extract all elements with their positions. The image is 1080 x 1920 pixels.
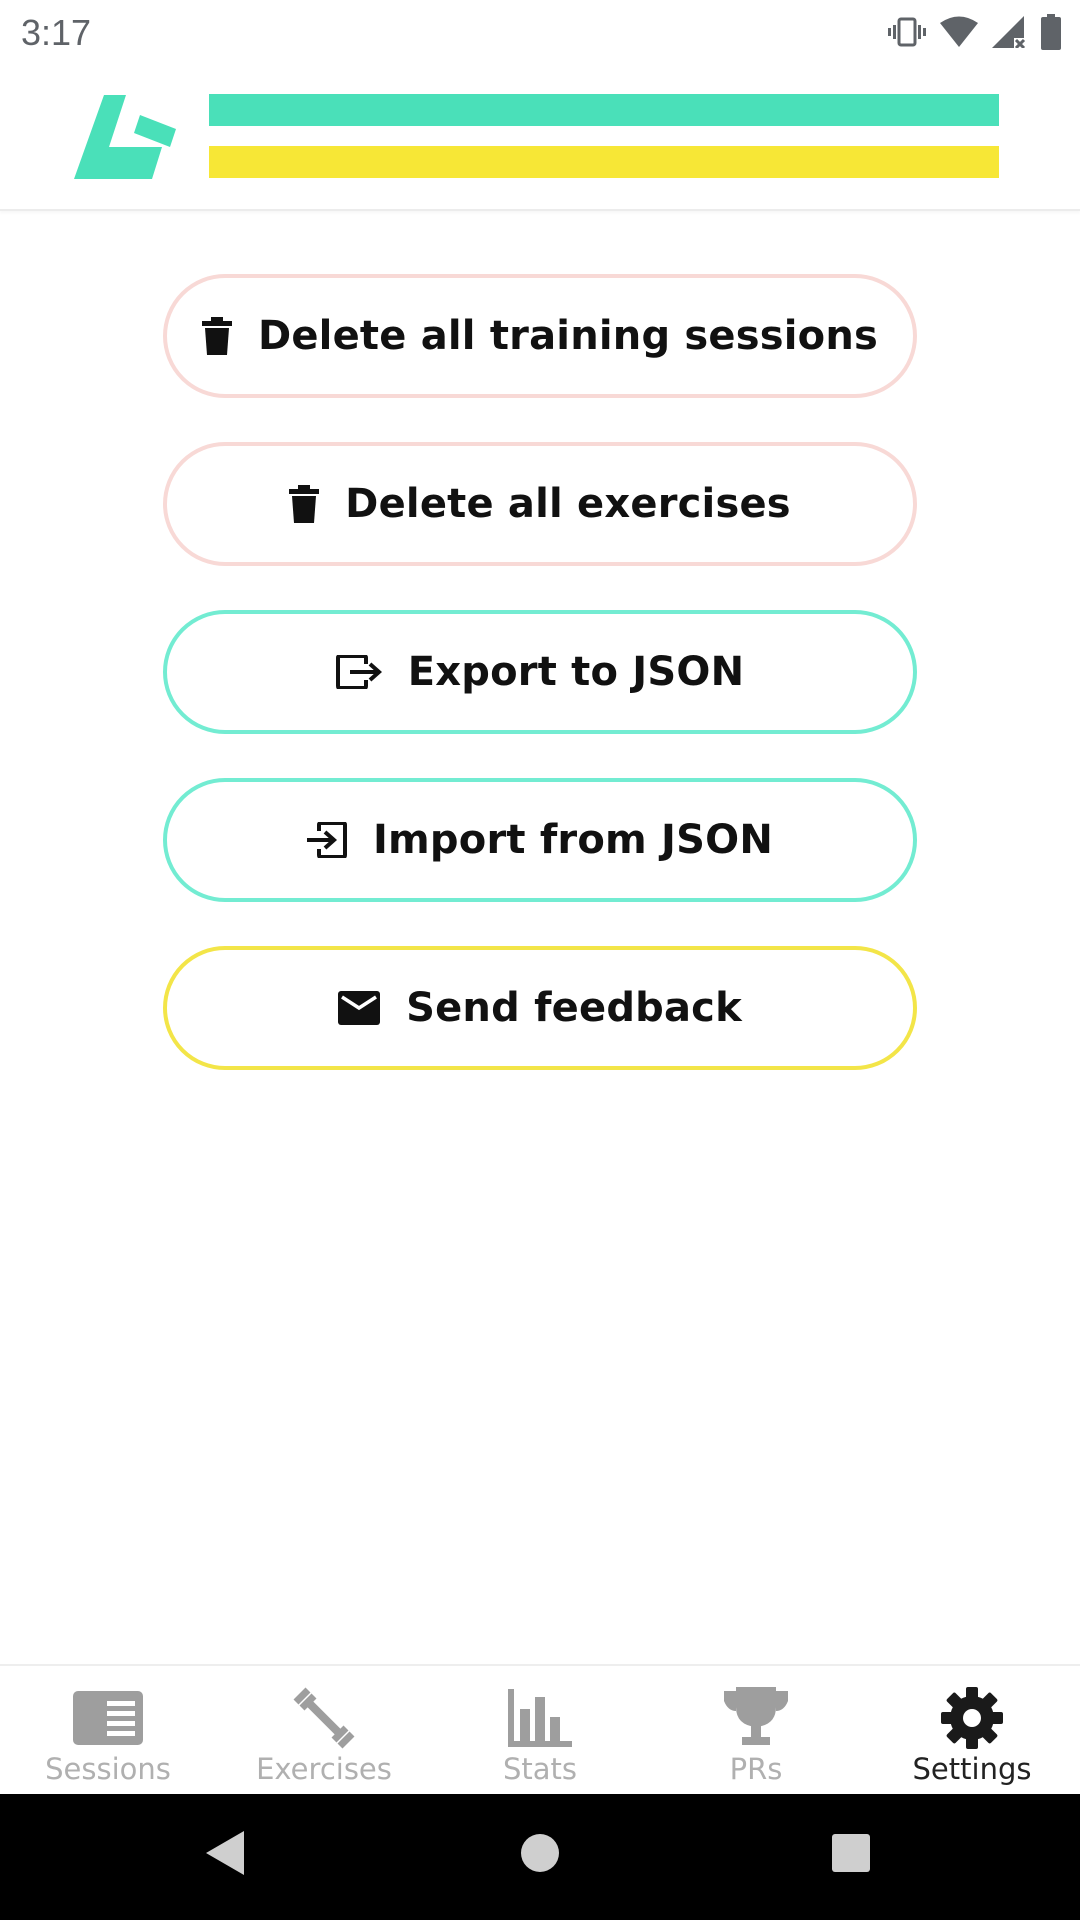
export-json-label: Export to JSON (407, 649, 745, 695)
nav-item-settings[interactable]: Settings (864, 1666, 1080, 1794)
signal-icon (992, 16, 1026, 48)
send-feedback-button[interactable]: Send feedback (163, 946, 917, 1070)
bar-chart-icon (508, 1686, 572, 1750)
delete-all-exercises-button[interactable]: Delete all exercises (163, 442, 917, 566)
bottom-navigation: Sessions Exercises Stats PRs Settings (0, 1664, 1080, 1794)
app-header (0, 63, 1080, 211)
delete-all-sessions-button[interactable]: Delete all training sessions (163, 274, 917, 398)
nav-item-stats[interactable]: Stats (432, 1666, 648, 1794)
vibrate-icon (888, 17, 926, 47)
nav-label-exercises: Exercises (256, 1752, 392, 1786)
sessions-icon (73, 1686, 143, 1750)
nav-item-exercises[interactable]: Exercises (216, 1666, 432, 1794)
wifi-icon (940, 16, 978, 47)
nav-label-settings: Settings (912, 1752, 1032, 1786)
delete-all-exercises-label: Delete all exercises (345, 481, 791, 527)
export-json-button[interactable]: Export to JSON (163, 610, 917, 734)
nav-item-sessions[interactable]: Sessions (0, 1666, 216, 1794)
trash-icon (289, 485, 320, 523)
mail-icon (338, 991, 381, 1025)
dumbbell-icon (292, 1686, 356, 1750)
system-navigation-bar (0, 1794, 1080, 1920)
import-json-label: Import from JSON (372, 817, 774, 863)
trash-icon (201, 317, 232, 355)
delete-all-sessions-label: Delete all training sessions (257, 313, 879, 359)
battery-icon (1041, 14, 1061, 50)
nav-label-sessions: Sessions (45, 1752, 171, 1786)
status-icons (888, 12, 1062, 52)
brand-bar-yellow (209, 146, 999, 178)
status-bar: 3:17 (0, 0, 1080, 63)
trophy-icon (724, 1686, 788, 1750)
home-icon[interactable] (520, 1829, 560, 1877)
back-icon[interactable] (204, 1829, 246, 1877)
nav-label-stats: Stats (502, 1752, 578, 1786)
status-time: 3:17 (21, 12, 92, 53)
send-feedback-label: Send feedback (406, 985, 742, 1031)
nav-item-prs[interactable]: PRs (648, 1666, 864, 1794)
import-icon (306, 822, 347, 858)
app-logo (74, 95, 176, 179)
recents-icon[interactable] (830, 1829, 872, 1877)
brand-bar-teal (209, 94, 999, 126)
import-json-button[interactable]: Import from JSON (163, 778, 917, 902)
export-icon (335, 655, 382, 689)
gear-icon (941, 1686, 1003, 1750)
nav-label-prs: PRs (729, 1752, 783, 1786)
